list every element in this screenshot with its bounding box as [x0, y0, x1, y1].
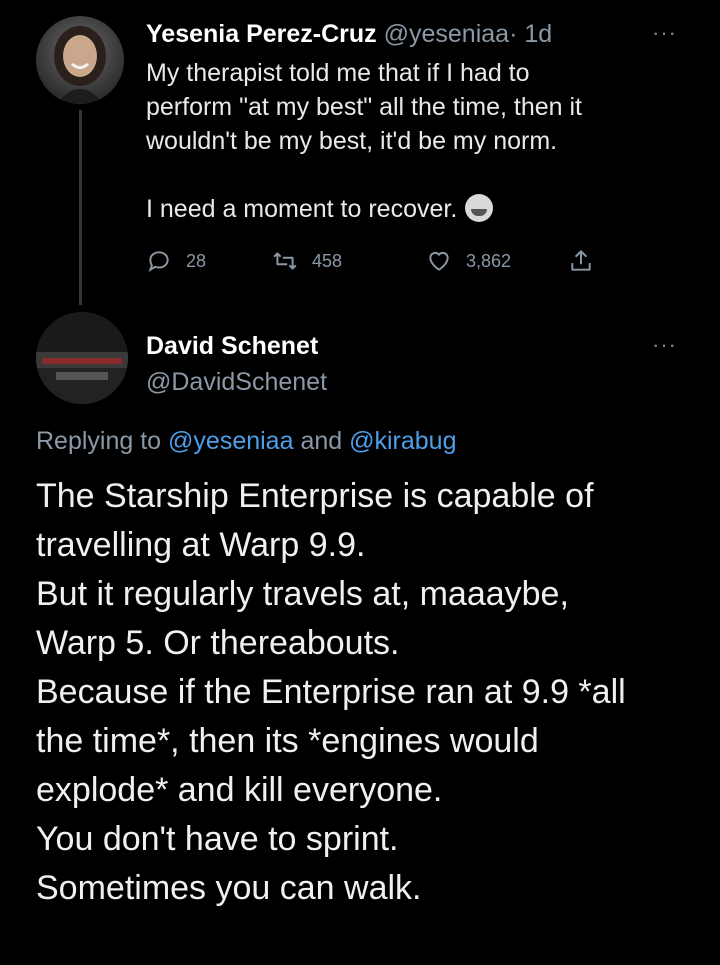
mention-link[interactable]: @yeseniaa — [168, 427, 293, 455]
retweet-button[interactable]: 458 — [272, 248, 342, 274]
tweet-text-line: perform "at my best" all the time, then … — [146, 93, 582, 121]
like-count: 3,862 — [466, 250, 512, 271]
replying-to: Replying to @yeseniaa and @kirabug — [36, 424, 456, 458]
author-name[interactable]: Yesenia Perez-Cruz — [146, 20, 377, 48]
tweet-header: Yesenia Perez-Cruz @yeseniaa· 1d — [146, 18, 552, 50]
heart-icon — [429, 251, 449, 271]
share-icon — [571, 250, 591, 271]
tweet-text-line: wouldn't be my best, it'd be my norm. — [146, 127, 558, 155]
tweet-text-line: the time*, then its *engines would — [36, 722, 539, 760]
mention-link[interactable]: @kirabug — [349, 427, 456, 455]
replying-to-label: Replying to — [36, 427, 162, 455]
laughing-emoji-icon — [465, 194, 494, 222]
tweet-text: My therapist told me that if I had to pe… — [146, 56, 686, 226]
like-button[interactable]: 3,862 — [426, 248, 511, 274]
tweet-thread: Yesenia Perez-Cruz @yeseniaa· 1d ··· My … — [0, 0, 720, 965]
tweet-text: The Starship Enterprise is capable of tr… — [36, 472, 696, 913]
reply-count: 28 — [186, 250, 207, 271]
more-options-icon[interactable]: ··· — [652, 334, 677, 356]
author-name[interactable]: David Schenet — [146, 330, 318, 362]
tweet-text-line: The Starship Enterprise is capable of — [36, 477, 594, 515]
thread-connector-line — [79, 110, 82, 305]
reply-icon — [148, 251, 169, 272]
retweet-count: 458 — [312, 250, 343, 271]
tweet-text-line: My therapist told me that if I had to — [146, 59, 530, 87]
avatar[interactable] — [36, 16, 124, 104]
tweet-text-line: But it regularly travels at, maaaybe, — [36, 575, 569, 613]
reply-button[interactable]: 28 — [146, 248, 206, 274]
more-options-icon[interactable]: ··· — [652, 22, 677, 44]
tweet-text-line: explode* and kill everyone. — [36, 771, 443, 809]
tweet-text-line: Sometimes you can walk. — [36, 869, 422, 907]
share-button[interactable] — [568, 248, 608, 274]
author-handle-text: @DavidSchenet — [146, 368, 328, 396]
author-name-text: David Schenet — [146, 332, 319, 360]
tweet-text-line: You don't have to sprint. — [36, 820, 399, 858]
retweet-icon — [273, 252, 297, 270]
tweet-text-line: Warp 5. Or thereabouts. — [36, 624, 400, 662]
author-handle[interactable]: @DavidSchenet — [146, 366, 327, 398]
tweet-text-line: I need a moment to recover. — [146, 192, 686, 226]
tweet-text-line: Because if the Enterprise ran at 9.9 *al… — [36, 673, 626, 711]
avatar[interactable] — [36, 312, 128, 404]
author-handle[interactable]: @yeseniaa — [384, 20, 509, 48]
replying-and-label: and — [300, 427, 343, 455]
tweet-text-line: travelling at Warp 9.9. — [36, 526, 366, 564]
tweet-time[interactable]: · 1d — [509, 20, 552, 48]
tweet-text-last-line: I need a moment to recover. — [146, 195, 458, 223]
